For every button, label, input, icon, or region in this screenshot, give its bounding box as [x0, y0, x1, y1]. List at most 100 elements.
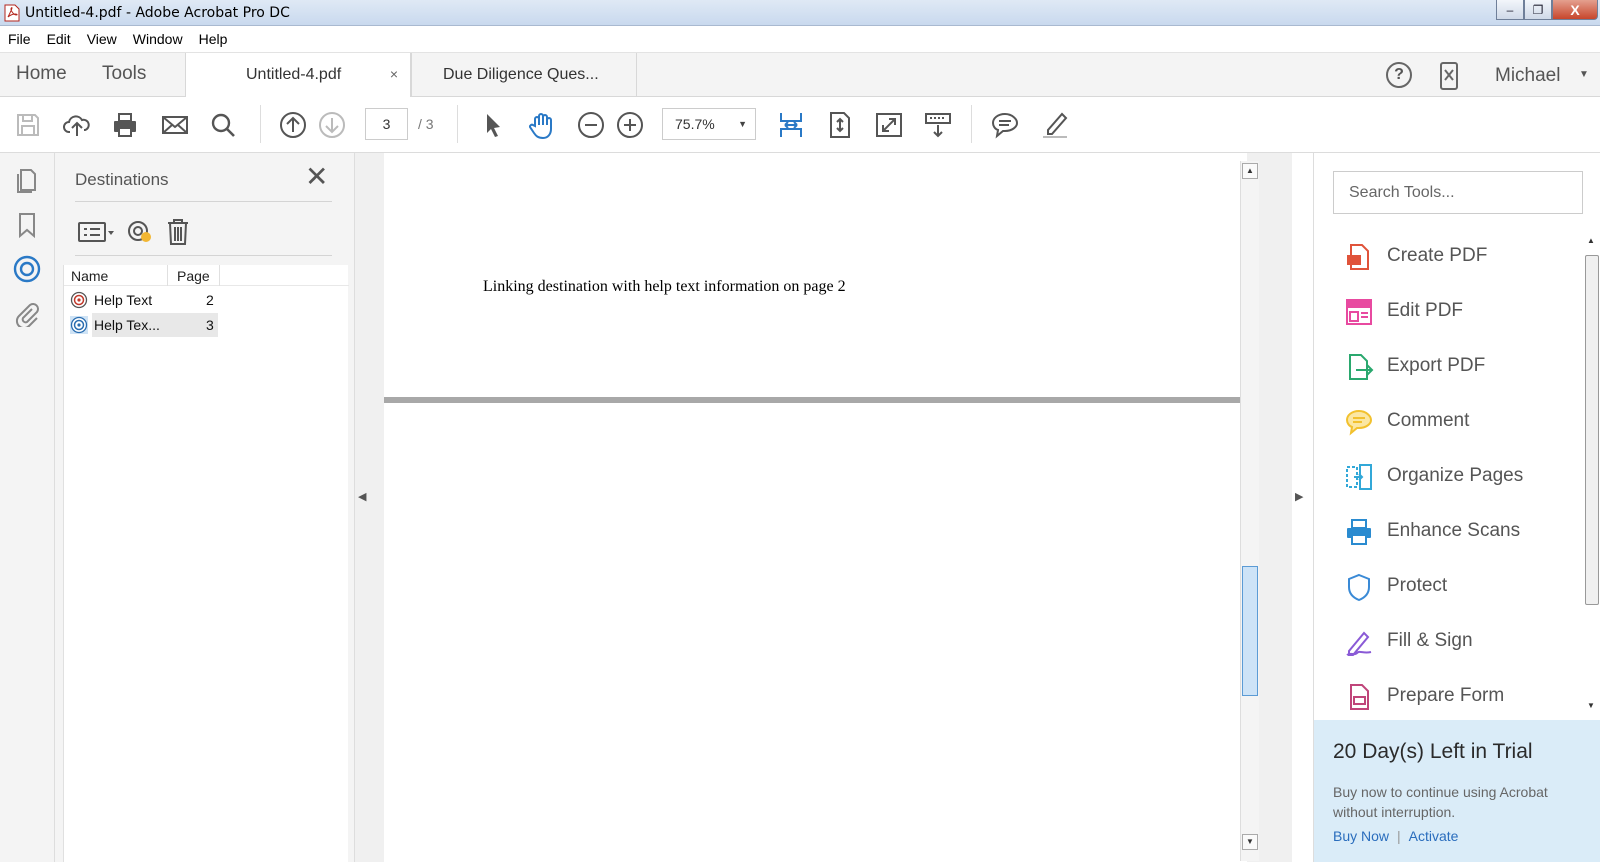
page-thumbnails-icon[interactable]	[12, 166, 42, 196]
options-menu-icon[interactable]	[77, 217, 117, 247]
scrolling-mode-icon[interactable]	[922, 109, 954, 141]
menu-file[interactable]: File	[8, 31, 31, 47]
mobile-link-icon[interactable]	[1438, 62, 1460, 90]
export-pdf-icon	[1349, 354, 1374, 380]
page-number-input[interactable]: 3	[365, 108, 408, 140]
tools-scrollbar[interactable]: ▲ ▼	[1582, 233, 1600, 718]
collapse-right-pane-icon[interactable]: ▶	[1295, 490, 1303, 503]
collapse-left-panel-icon[interactable]: ◀	[358, 490, 366, 503]
maximize-button[interactable]: ❐	[1524, 0, 1552, 20]
bookmarks-icon[interactable]	[12, 210, 42, 240]
help-icon[interactable]: ?	[1386, 62, 1412, 88]
tool-prepare-form[interactable]: Prepare Form	[1314, 678, 1574, 718]
delete-trash-icon[interactable]	[163, 217, 193, 247]
destination-target-icon	[70, 316, 88, 334]
trial-message: Buy now to continue using Acrobat withou…	[1333, 784, 1548, 820]
close-window-button[interactable]: X	[1552, 0, 1598, 20]
list-item[interactable]: Help Tex... 3	[64, 313, 224, 337]
toolbar-separator	[971, 105, 972, 143]
fit-page-icon[interactable]	[824, 109, 856, 141]
column-header-page[interactable]: Page	[177, 268, 210, 284]
user-name[interactable]: Michael	[1495, 65, 1560, 87]
window-controls: ‒ ❐ X	[1496, 0, 1598, 22]
document-tab-untitled[interactable]: Untitled-4.pdf ×	[185, 53, 411, 98]
document-viewer: ◀ Linking destination with help text inf…	[355, 153, 1292, 862]
main-toolbar: 3 / 3 75.7% ▼	[0, 97, 1600, 153]
enhance-scans-icon	[1347, 519, 1371, 545]
menu-help[interactable]: Help	[199, 31, 228, 47]
save-icon[interactable]	[12, 109, 44, 141]
minimize-button[interactable]: ‒	[1496, 0, 1524, 20]
activate-link[interactable]: Activate	[1409, 828, 1459, 844]
panel-title: Destinations	[75, 170, 169, 189]
panel-toolbar	[77, 217, 193, 247]
destination-name: Help Tex...	[92, 313, 218, 337]
tools-tab[interactable]: Tools	[102, 63, 146, 85]
destination-page: 3	[206, 317, 214, 333]
zoom-level-select[interactable]: 75.7% ▼	[662, 108, 756, 140]
menu-window[interactable]: Window	[133, 31, 183, 47]
zoom-in-icon[interactable]	[614, 109, 646, 141]
comment-icon	[1345, 409, 1373, 436]
previous-page-icon[interactable]	[277, 109, 309, 141]
scrollbar-thumb[interactable]	[1585, 255, 1599, 605]
menu-edit[interactable]: Edit	[47, 31, 71, 47]
document-tab-due-diligence[interactable]: Due Diligence Ques...	[411, 53, 637, 97]
zoom-level-value: 75.7%	[675, 116, 715, 132]
menu-view[interactable]: View	[87, 31, 117, 47]
search-icon[interactable]	[207, 109, 239, 141]
destinations-list: Name Page Help Text 2 Help Tex... 3	[63, 265, 349, 862]
trial-banner: 20 Day(s) Left in Trial Buy now to conti…	[1314, 720, 1600, 862]
scroll-down-arrow[interactable]: ▼	[1587, 701, 1595, 710]
destination-target-icon	[70, 291, 88, 309]
page-total: / 3	[418, 116, 434, 132]
attachments-paperclip-icon[interactable]	[12, 298, 42, 328]
protect-icon	[1348, 573, 1370, 602]
tool-label: Prepare Form	[1387, 685, 1505, 706]
tool-protect[interactable]: Protect	[1314, 568, 1574, 608]
tool-enhance-scans[interactable]: Enhance Scans	[1314, 513, 1574, 553]
upload-cloud-icon[interactable]	[61, 109, 93, 141]
document-tab-label: Due Diligence Ques...	[443, 66, 599, 83]
fit-width-icon[interactable]	[775, 109, 807, 141]
link-divider: |	[1397, 828, 1401, 844]
tools-pane: Search Tools... Create PDF Edit PDF Expo…	[1313, 153, 1600, 862]
next-page-icon[interactable]	[316, 109, 348, 141]
scroll-up-arrow[interactable]: ▲	[1587, 236, 1595, 245]
scroll-down-arrow[interactable]: ▼	[1242, 834, 1258, 850]
tool-create-pdf[interactable]: Create PDF	[1314, 238, 1574, 278]
zoom-out-icon[interactable]	[575, 109, 607, 141]
print-icon[interactable]	[109, 109, 141, 141]
chevron-down-icon[interactable]: ▼	[1579, 69, 1589, 80]
list-item[interactable]: Help Text 2	[64, 288, 224, 312]
destinations-panel: Destinations ✕ Name Page Help Text 2 Hel…	[55, 153, 355, 862]
column-header-name[interactable]: Name	[71, 268, 108, 284]
list-header: Name Page	[64, 265, 349, 286]
tool-comment[interactable]: Comment	[1314, 403, 1574, 443]
document-scrollbar[interactable]: ▲ ▼	[1240, 161, 1259, 861]
search-tools-input[interactable]: Search Tools...	[1333, 171, 1583, 214]
comment-icon[interactable]	[989, 109, 1021, 141]
tool-fill-sign[interactable]: Fill & Sign	[1314, 623, 1574, 663]
scrollbar-thumb[interactable]	[1242, 566, 1258, 696]
new-destination-icon[interactable]	[125, 217, 157, 247]
hand-tool-icon[interactable]	[526, 109, 558, 141]
trial-links: Buy Now | Activate	[1333, 828, 1458, 844]
close-tab-icon[interactable]: ×	[390, 66, 398, 82]
close-panel-icon[interactable]: ✕	[305, 163, 328, 191]
email-icon[interactable]	[159, 109, 191, 141]
document-tab-label: Untitled-4.pdf	[246, 66, 342, 83]
tool-label: Export PDF	[1387, 355, 1486, 376]
highlight-pen-icon[interactable]	[1039, 109, 1071, 141]
tool-organize-pages[interactable]: Organize Pages	[1314, 458, 1574, 498]
tool-edit-pdf[interactable]: Edit PDF	[1314, 293, 1574, 333]
scroll-up-arrow[interactable]: ▲	[1242, 163, 1258, 179]
tool-label: Protect	[1387, 575, 1448, 596]
buy-now-link[interactable]: Buy Now	[1333, 828, 1389, 844]
destinations-icon[interactable]	[12, 254, 42, 284]
tool-export-pdf[interactable]: Export PDF	[1314, 348, 1574, 388]
full-screen-icon[interactable]	[873, 109, 905, 141]
select-cursor-icon[interactable]	[477, 109, 509, 141]
trial-heading: 20 Day(s) Left in Trial	[1333, 740, 1533, 763]
home-tab[interactable]: Home	[16, 63, 67, 85]
